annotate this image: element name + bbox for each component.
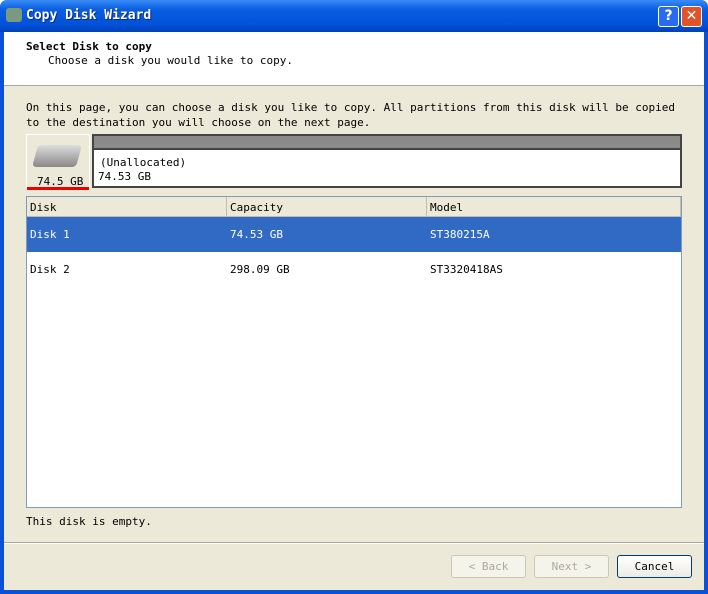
title-bar[interactable]: Copy Disk Wizard ? ✕: [0, 0, 708, 32]
cell-model: ST380215A: [430, 228, 490, 241]
back-button[interactable]: < Back: [451, 555, 526, 578]
cell-disk: Disk 2: [30, 263, 70, 276]
partition-block[interactable]: (Unallocated) 74.53 GB: [92, 134, 682, 188]
partition-bar: [94, 136, 680, 150]
cell-capacity: 74.53 GB: [230, 228, 283, 241]
cell-disk: Disk 1: [30, 228, 70, 241]
app-icon: [6, 8, 22, 22]
client-area: Select Disk to copy Choose a disk you wo…: [4, 32, 704, 590]
page-subtitle: Choose a disk you would like to copy.: [48, 54, 294, 67]
selected-indicator: [27, 187, 89, 190]
column-model[interactable]: Model: [427, 197, 681, 216]
cancel-button[interactable]: Cancel: [617, 555, 692, 578]
divider: [4, 542, 704, 544]
table-row[interactable]: Disk 2 298.09 GB ST3320418AS: [27, 252, 681, 287]
column-capacity[interactable]: Capacity: [227, 197, 427, 216]
page-title: Select Disk to copy: [26, 40, 152, 53]
disk-tile[interactable]: 74.5 GB: [26, 134, 90, 190]
partition-name: (Unallocated): [100, 156, 187, 169]
table-row[interactable]: Disk 1 74.53 GB ST380215A: [27, 217, 681, 252]
wizard-window: Copy Disk Wizard ? ✕ Select Disk to copy…: [0, 0, 708, 594]
window-title: Copy Disk Wizard: [26, 8, 152, 23]
close-button[interactable]: ✕: [681, 6, 702, 27]
next-button[interactable]: Next >: [534, 555, 609, 578]
cell-capacity: 298.09 GB: [230, 263, 290, 276]
disk-list[interactable]: Disk Capacity Model Disk 1 74.53 GB ST38…: [26, 196, 682, 508]
hard-disk-icon: [32, 145, 82, 167]
column-disk[interactable]: Disk: [27, 197, 227, 216]
help-button[interactable]: ?: [658, 6, 679, 27]
partition-size: 74.53 GB: [98, 170, 151, 183]
cell-model: ST3320418AS: [430, 263, 503, 276]
wizard-header: Select Disk to copy Choose a disk you wo…: [4, 32, 704, 86]
list-header: Disk Capacity Model: [27, 197, 681, 217]
status-text: This disk is empty.: [26, 515, 152, 528]
description: On this page, you can choose a disk you …: [26, 101, 676, 129]
